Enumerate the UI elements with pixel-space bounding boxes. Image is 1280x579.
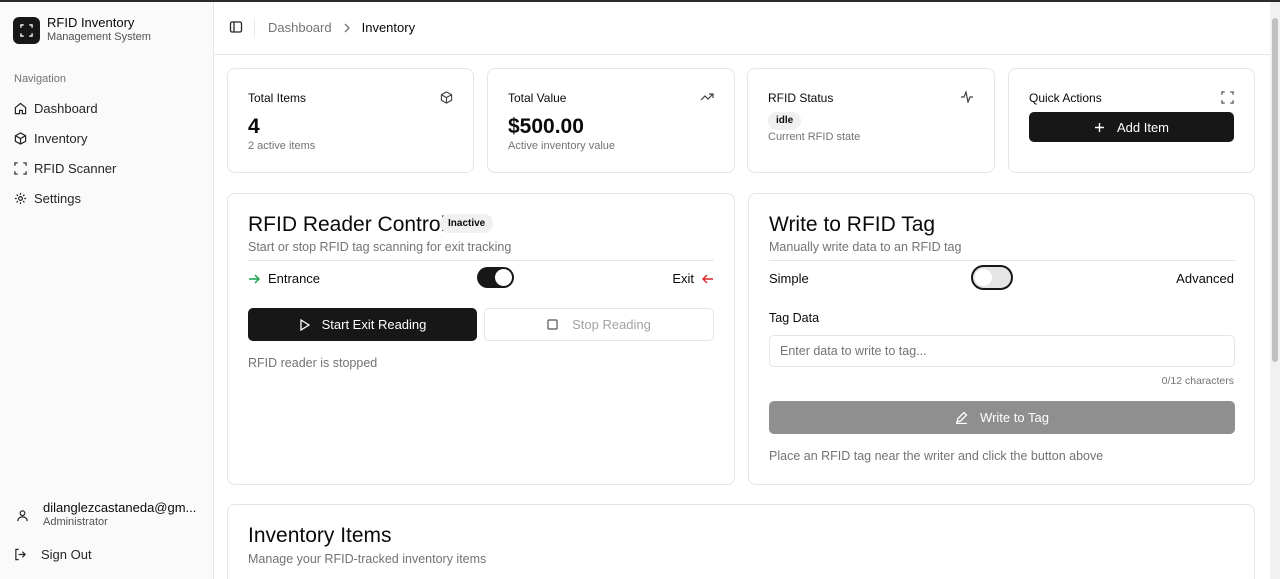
sign-out-label: Sign Out	[41, 547, 92, 562]
box-icon	[440, 91, 453, 107]
square-icon	[547, 319, 558, 330]
reader-subtitle: Start or stop RFID tag scanning for exit…	[248, 240, 512, 254]
divider	[248, 260, 714, 261]
sidebar-item-inventory[interactable]: Inventory	[6, 123, 206, 153]
toggle-knob	[495, 269, 512, 286]
stop-button-label: Stop Reading	[572, 317, 651, 332]
entrance-exit-toggle[interactable]	[477, 267, 514, 288]
panel-left-icon	[229, 21, 243, 33]
add-item-button[interactable]: Add Item	[1029, 112, 1234, 142]
entrance-text: Entrance	[268, 271, 321, 286]
sidebar-item-label: Inventory	[34, 130, 88, 146]
stat-value: $500.00	[508, 115, 584, 138]
tag-data-label: Tag Data	[769, 311, 820, 325]
logout-icon	[15, 548, 26, 561]
plus-icon	[1094, 122, 1104, 132]
activity-icon	[960, 89, 974, 106]
user-role: Administrator	[43, 516, 108, 528]
breadcrumb: Dashboard Inventory	[268, 20, 415, 35]
writer-hint: Place an RFID tag near the writer and cl…	[769, 449, 1104, 463]
rfid-reader-card: RFID Reader Control Inactive Start or st…	[227, 193, 735, 485]
quick-actions-card: Quick Actions Add Item	[1008, 68, 1255, 173]
character-count: 0/12 characters	[1161, 375, 1234, 387]
sidebar-item-dashboard[interactable]: Dashboard	[6, 93, 206, 123]
box-icon	[14, 131, 27, 145]
header-divider	[254, 19, 255, 37]
reader-status-text: RFID reader is stopped	[248, 356, 378, 370]
advanced-label: Advanced	[1176, 271, 1234, 286]
breadcrumb-current: Inventory	[361, 20, 416, 35]
page-scrollbar[interactable]	[1270, 2, 1280, 579]
pencil-icon	[956, 411, 968, 424]
breadcrumb-dashboard[interactable]: Dashboard	[268, 20, 332, 35]
inventory-items-card: Inventory Items Manage your RFID-tracked…	[227, 504, 1255, 579]
stat-subtitle: Current RFID state	[768, 131, 861, 143]
nav-section-label: Navigation	[14, 73, 66, 85]
writer-title: Write to RFID Tag	[769, 213, 936, 236]
tag-data-input[interactable]	[769, 335, 1235, 367]
rfid-status-badge: idle	[768, 112, 802, 130]
stat-card-rfid-status: RFID Status idle Current RFID state	[747, 68, 995, 173]
exit-label: Exit	[672, 271, 714, 286]
rfid-writer-card: Write to RFID Tag Manually write data to…	[748, 193, 1255, 485]
sidebar-nav: Dashboard Inventory RFID Scanner Setting…	[6, 93, 206, 213]
reader-status-badge: Inactive	[440, 214, 494, 233]
sidebar-toggle-button[interactable]	[229, 20, 243, 37]
user-email: dilanglezcastaneda@gm...	[43, 500, 197, 515]
home-icon	[14, 102, 27, 114]
play-icon	[299, 318, 310, 331]
exit-text: Exit	[672, 271, 694, 286]
write-to-tag-button[interactable]: Write to Tag	[769, 401, 1235, 434]
gear-icon	[14, 192, 27, 204]
brand[interactable]: RFID Inventory Management System	[13, 16, 151, 44]
app-subtitle: Management System	[47, 31, 151, 43]
divider	[769, 260, 1235, 261]
trending-up-icon	[700, 91, 714, 106]
app-title: RFID Inventory	[47, 15, 135, 30]
sidebar-item-rfid-scanner[interactable]: RFID Scanner	[6, 153, 206, 183]
reader-title: RFID Reader Control	[248, 213, 446, 236]
inventory-subtitle: Manage your RFID-tracked inventory items	[248, 552, 487, 566]
stat-title: Quick Actions	[1029, 91, 1102, 105]
arrow-left-icon	[702, 274, 713, 283]
simple-label: Simple	[769, 271, 809, 286]
stat-card-total-value: Total Value $500.00 Active inventory val…	[487, 68, 735, 173]
entrance-label: Entrance	[248, 271, 320, 286]
scan-icon	[1221, 91, 1234, 107]
add-item-label: Add Item	[1116, 119, 1170, 135]
stat-card-total-items: Total Items 4 2 active items	[227, 68, 474, 173]
start-button-label: Start Exit Reading	[321, 317, 427, 332]
stat-title: Total Value	[508, 91, 567, 105]
scan-icon	[14, 161, 27, 175]
sign-out-button[interactable]: Sign Out	[14, 547, 92, 562]
stat-title: Total Items	[248, 91, 307, 105]
simple-advanced-toggle[interactable]	[971, 265, 1013, 290]
start-exit-reading-button[interactable]: Start Exit Reading	[248, 308, 477, 341]
scrollbar-thumb[interactable]	[1272, 18, 1278, 362]
sidebar-item-settings[interactable]: Settings	[6, 183, 206, 213]
stat-title: RFID Status	[768, 91, 834, 105]
stat-subtitle: Active inventory value	[508, 140, 615, 152]
arrow-right-icon	[249, 274, 260, 283]
stop-reading-button[interactable]: Stop Reading	[484, 308, 714, 341]
sidebar: RFID Inventory Management System Navigat…	[0, 2, 214, 579]
sidebar-item-label: Dashboard	[34, 100, 98, 116]
write-button-label: Write to Tag	[980, 410, 1049, 425]
sidebar-item-label: RFID Scanner	[34, 160, 117, 176]
top-header: Dashboard Inventory	[214, 2, 1270, 55]
writer-subtitle: Manually write data to an RFID tag	[769, 240, 962, 254]
user-icon	[17, 509, 28, 521]
toggle-knob	[975, 269, 992, 286]
stat-subtitle: 2 active items	[248, 140, 316, 152]
stat-value: 4	[248, 115, 260, 138]
chevron-right-icon	[343, 23, 351, 33]
sidebar-item-label: Settings	[34, 190, 81, 206]
inventory-title: Inventory Items	[248, 524, 392, 547]
user-menu[interactable]: dilanglezcastaneda@gm... Administrator	[16, 501, 196, 529]
scan-logo-icon	[13, 16, 40, 44]
